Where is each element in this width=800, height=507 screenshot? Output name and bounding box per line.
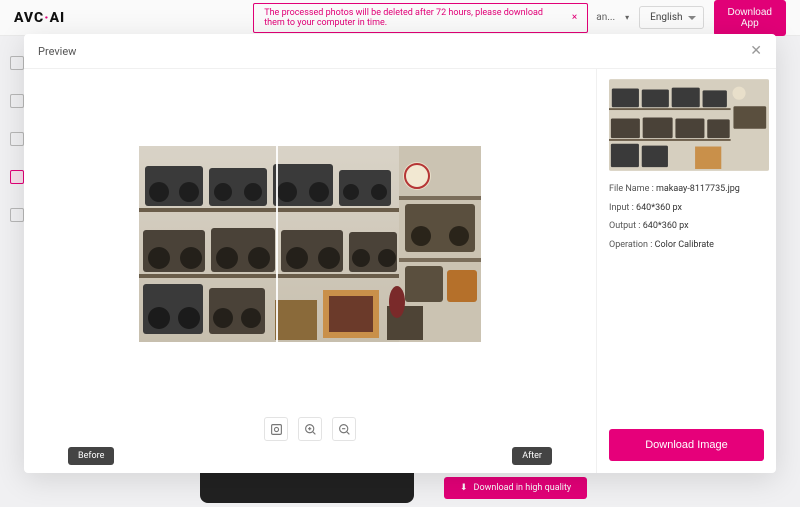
zoom-controls (68, 417, 552, 441)
after-button[interactable]: After (512, 447, 552, 465)
modal-header: Preview ✕ (24, 34, 776, 69)
info-pane: File Name : makaay-8117735.jpg Input : 6… (596, 69, 776, 473)
modal-title: Preview (38, 45, 76, 58)
operation-label: Operation : (609, 240, 652, 250)
thumbnail[interactable] (609, 79, 769, 171)
filename-value: makaay-8117735.jpg (656, 184, 740, 194)
output-label: Output : (609, 221, 640, 231)
before-button[interactable]: Before (68, 447, 114, 465)
output-value: 640*360 px (643, 221, 689, 231)
filename-label: File Name : (609, 184, 654, 194)
preview-image[interactable] (139, 146, 481, 342)
meta-output: Output : 640*360 px (609, 220, 764, 233)
input-value: 640*360 px (636, 203, 682, 213)
download-image-button[interactable]: Download Image (609, 429, 764, 461)
zoom-in-button[interactable] (298, 417, 322, 441)
meta-operation: Operation : Color Calibrate (609, 239, 764, 252)
close-icon[interactable]: ✕ (750, 44, 762, 58)
operation-value: Color Calibrate (655, 240, 714, 250)
comparison-slider[interactable] (276, 146, 278, 342)
zoom-out-button[interactable] (332, 417, 356, 441)
meta-input: Input : 640*360 px (609, 202, 764, 215)
meta-filename: File Name : makaay-8117735.jpg (609, 183, 764, 196)
preview-pane: Before After (24, 69, 596, 473)
fit-screen-button[interactable] (264, 417, 288, 441)
preview-modal: Preview ✕ (24, 34, 776, 473)
input-label: Input : (609, 203, 634, 213)
